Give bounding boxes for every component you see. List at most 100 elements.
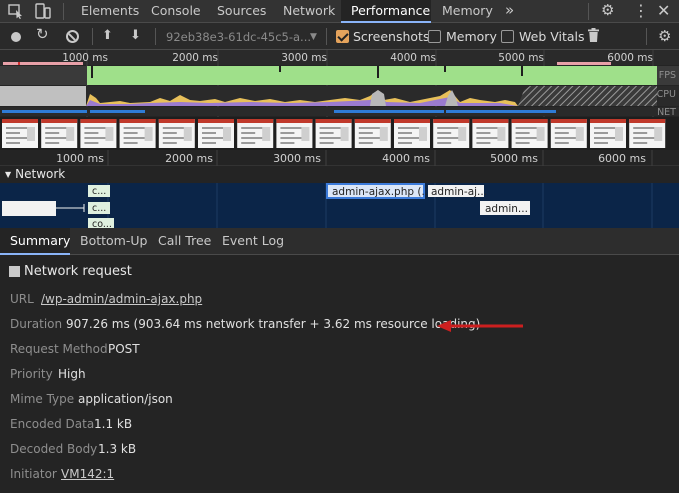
collect-garbage-trash-icon[interactable] [588,28,599,42]
web-vitals-label[interactable]: Web Vitals [519,29,585,45]
reload-profile-icon[interactable]: ↻ [36,27,49,42]
screenshot-thumbnail[interactable] [80,119,117,148]
screenshots-checkbox[interactable] [336,30,349,43]
overview-tick-label: 5000 ms [498,52,544,64]
encoded-data-value: 1.1 kB [94,417,133,431]
network-track-toggle[interactable]: ▼ Network [5,166,65,183]
request-method-value: POST [108,342,140,356]
net-activity-bar [334,110,444,113]
profile-select-caret-icon[interactable]: ▼ [310,29,317,45]
screenshot-thumbnail[interactable] [158,119,195,148]
web-vitals-checkbox[interactable] [501,30,514,43]
network-request-bar[interactable]: c... [88,185,110,197]
overview-tick-label: 3000 ms [281,52,327,64]
clear-icon[interactable] [66,30,79,43]
screenshot-thumbnail[interactable] [511,119,548,148]
network-request-label: c... [92,203,106,214]
device-toolbar-icon[interactable] [34,3,52,19]
network-request-bar[interactable]: admin-aj... [428,185,487,198]
toolbar-divider [63,3,64,20]
screenshot-thumbnail[interactable] [550,119,587,148]
network-request-bar[interactable]: admin... [480,201,530,215]
ruler-tick-label: 1000 ms [56,152,104,165]
summary-row-encoded-data: Encoded Data1.1 kB [10,416,132,432]
toolbar-divider [326,28,327,45]
mime-type-value: application/json [78,392,173,406]
capture-settings-gear-icon[interactable]: ⚙ [658,29,671,44]
network-request-bar-selected[interactable]: admin-ajax.php (... [326,183,431,199]
timing-ruler: 1000 ms 2000 ms 3000 ms 4000 ms 5000 ms … [0,150,679,166]
toolbar-divider [155,28,156,45]
tab-console[interactable]: Console [142,0,210,22]
priority-value: High [58,367,86,381]
network-request-bar[interactable]: c... [88,202,110,214]
toolbar-divider [92,28,93,45]
screenshot-thumbnail[interactable] [590,119,626,148]
overview-tick-label: 4000 ms [390,52,436,64]
tab-event-log[interactable]: Event Log [222,228,284,254]
summary-row-priority: Priority High [10,366,86,382]
screenshot-thumbnail[interactable] [315,119,352,148]
screenshot-thumbnail[interactable] [41,119,78,148]
network-request-label: co... [92,219,112,228]
settings-gear-icon[interactable]: ⚙ [601,3,614,18]
expand-triangle-icon[interactable]: ▼ [5,170,11,179]
save-profile-download-icon[interactable]: ⬇ [130,28,141,43]
summary-key: Encoded Data [10,417,95,431]
ruler-tick-label: 5000 ms [490,152,538,165]
summary-key: URL [10,292,34,306]
more-tabs-chevron-icon[interactable]: » [505,0,514,22]
initiator-link[interactable]: VM142:1 [61,466,114,482]
network-request-bar[interactable]: co... [88,218,114,228]
url-link[interactable]: /wp-admin/admin-ajax.php [41,291,202,307]
screenshot-thumbnail[interactable] [276,119,313,148]
summary-key: Mime Type [10,392,75,406]
profile-select[interactable]: 92eb38e3-61dc-45c5-a... [166,29,316,45]
network-track-header[interactable]: ▼ Network [0,166,679,183]
close-devtools-icon[interactable]: ✕ [657,1,670,21]
network-request-label: admin... [485,203,528,215]
toolbar-divider [588,3,589,20]
screenshot-thumbnail[interactable] [394,119,430,148]
screenshots-label[interactable]: Screenshots [353,29,429,45]
memory-label[interactable]: Memory [446,29,497,45]
summary-row-url: URL/wp-admin/admin-ajax.php [10,291,202,307]
duration-value: 907.26 ms (903.64 ms network transfer + … [66,317,481,331]
inspect-element-icon[interactable] [7,3,25,19]
tab-network[interactable]: Network [274,0,344,22]
screenshot-thumbnail[interactable] [354,119,391,148]
screenshot-thumbnail[interactable] [119,119,156,148]
devtools-tab-bar: Elements Console Sources Network Perform… [0,0,679,23]
network-request-label: admin-aj... [431,186,487,198]
screenshot-thumbnail[interactable] [472,119,509,148]
net-activity-bar [90,110,145,113]
summary-row-request-method: Request MethodPOST [10,341,140,357]
tab-bottom-up[interactable]: Bottom-Up [80,228,147,254]
network-request-bar[interactable] [2,201,56,216]
summary-key: Duration [10,317,63,331]
network-track[interactable]: c... c... co... admin-ajax.php (... admi… [0,183,679,228]
screenshot-thumbnail[interactable] [2,119,38,148]
timeline-overview[interactable]: 1000 ms 2000 ms 3000 ms 4000 ms 5000 ms … [0,50,679,150]
screenshot-thumbnail[interactable] [237,119,274,148]
net-activity-bar [446,110,556,113]
more-options-kebab-icon[interactable]: ⋮ [633,2,649,20]
tab-call-tree[interactable]: Call Tree [158,228,211,254]
tab-memory[interactable]: Memory [433,0,502,22]
tab-summary[interactable]: Summary [0,228,70,255]
net-track-label: NET [657,107,676,118]
screenshot-filmstrip [2,119,666,148]
memory-checkbox[interactable] [428,30,441,43]
screenshot-thumbnail[interactable] [198,119,234,148]
summary-row-decoded-body: Decoded Body1.3 kB [10,441,136,457]
tab-sources[interactable]: Sources [208,0,275,22]
summary-key: Decoded Body [10,442,98,456]
overview-tick-label: 1000 ms [62,52,108,64]
cpu-idle-block [0,86,86,106]
screenshot-thumbnail[interactable] [433,119,470,148]
record-button-icon[interactable] [11,32,21,42]
load-profile-upload-icon[interactable]: ⬆ [102,28,113,43]
tab-elements[interactable]: Elements [72,0,148,22]
screenshot-thumbnail[interactable] [629,119,666,148]
tab-performance[interactable]: Performance [341,0,431,23]
